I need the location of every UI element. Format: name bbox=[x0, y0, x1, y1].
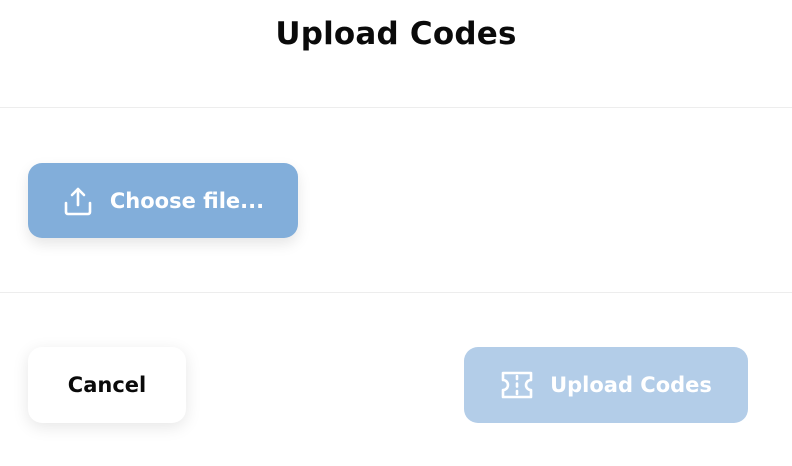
upload-codes-dialog: Upload Codes Choose file... Cancel Uploa… bbox=[0, 0, 792, 466]
upload-icon bbox=[62, 185, 94, 217]
cancel-button[interactable]: Cancel bbox=[28, 347, 186, 423]
upload-codes-button[interactable]: Upload Codes bbox=[464, 347, 748, 423]
choose-file-button[interactable]: Choose file... bbox=[28, 163, 298, 238]
dialog-body: Choose file... bbox=[0, 108, 792, 293]
upload-codes-label: Upload Codes bbox=[550, 373, 712, 397]
choose-file-label: Choose file... bbox=[109, 188, 265, 213]
cancel-label: Cancel bbox=[67, 373, 147, 397]
dialog-title: Upload Codes bbox=[275, 16, 517, 52]
dialog-header: Upload Codes bbox=[0, 0, 792, 108]
ticket-icon bbox=[500, 370, 534, 400]
